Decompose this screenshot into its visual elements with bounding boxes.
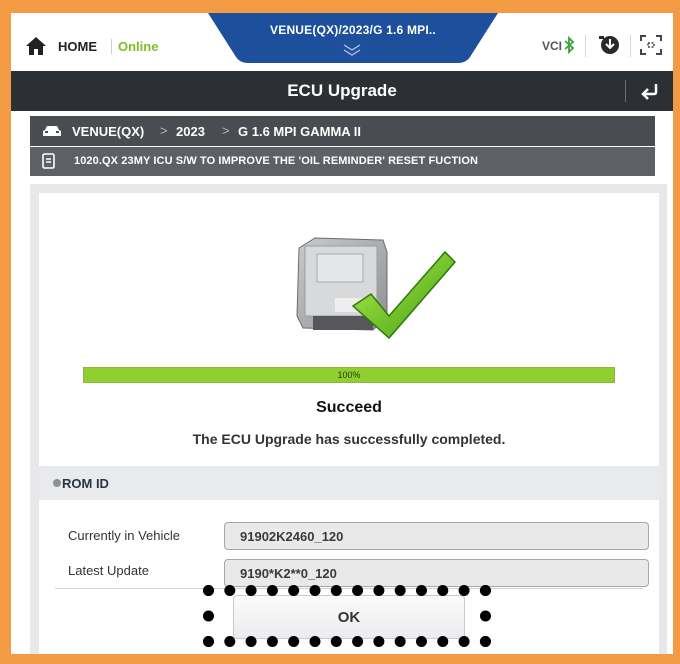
screen-capture-icon[interactable] — [640, 35, 662, 55]
status-title: Succeed — [316, 399, 382, 416]
back-arrow-icon[interactable] — [639, 80, 661, 102]
document-icon — [42, 153, 55, 169]
chevron-down-icon — [343, 44, 361, 56]
title-bar: ECU Upgrade — [11, 71, 673, 111]
status-message: The ECU Upgrade has successfully complet… — [192, 431, 506, 447]
car-icon — [43, 126, 61, 136]
breadcrumb-model: VENUE(QX) — [72, 124, 145, 139]
home-icon[interactable] — [25, 36, 47, 56]
latest-rom-field: 9190*K2**0_120 — [224, 559, 649, 587]
ok-button[interactable]: OK — [233, 595, 465, 639]
vehicle-selector-tab[interactable]: VENUE(QX)/2023/G 1.6 MPI.. — [208, 13, 498, 63]
rom-id-label: ROM ID — [62, 476, 109, 491]
online-status: Online — [111, 39, 158, 54]
top-bar: HOME Online VENUE(QX)/2023/G 1.6 MPI.. V… — [11, 13, 673, 71]
breadcrumb-year: 2023 — [176, 124, 205, 139]
ok-button-label: OK — [337, 609, 361, 626]
latest-rom-value: 9190*K2**0_120 — [240, 566, 337, 581]
procedure-description: 1020.QX 23MY ICU S/W TO IMPROVE THE 'OIL… — [74, 155, 479, 167]
toolbar-divider — [630, 35, 631, 57]
progress-percent: 100% — [337, 370, 361, 380]
home-label[interactable]: HOME — [58, 39, 97, 54]
vehicle-tab-label: VENUE(QX)/2023/G 1.6 MPI.. — [270, 23, 436, 37]
current-rom-value: 91902K2460_120 — [240, 529, 344, 544]
button-divider — [55, 588, 643, 589]
procedure-description-bar: 1020.QX 23MY ICU S/W TO IMPROVE THE 'OIL… — [30, 147, 655, 176]
page-title: ECU Upgrade — [287, 81, 397, 100]
rom-id-section-header: ROM ID — [39, 466, 659, 500]
breadcrumb-engine: G 1.6 MPI GAMMA II — [238, 124, 362, 139]
bluetooth-icon — [564, 36, 575, 54]
bullet-icon — [53, 479, 61, 487]
breadcrumb-separator: > — [222, 123, 230, 138]
current-rom-label: Currently in Vehicle — [68, 528, 180, 543]
toolbar-divider — [585, 35, 586, 57]
vehicle-breadcrumb: VENUE(QX) > 2023 > G 1.6 MPI GAMMA II — [30, 116, 655, 146]
app-window: HOME Online VENUE(QX)/2023/G 1.6 MPI.. V… — [11, 13, 673, 654]
vci-label: VCI — [542, 39, 563, 53]
title-divider — [625, 80, 626, 102]
latest-rom-label: Latest Update — [68, 563, 149, 578]
vci-update-icon[interactable] — [597, 33, 623, 57]
result-panel: 100% Succeed The ECU Upgrade has success… — [39, 193, 659, 654]
breadcrumb-separator: > — [160, 123, 168, 138]
upgrade-progress-bar: 100% — [83, 367, 615, 383]
ecu-success-icon — [296, 237, 457, 340]
current-rom-field: 91902K2460_120 — [224, 522, 649, 550]
